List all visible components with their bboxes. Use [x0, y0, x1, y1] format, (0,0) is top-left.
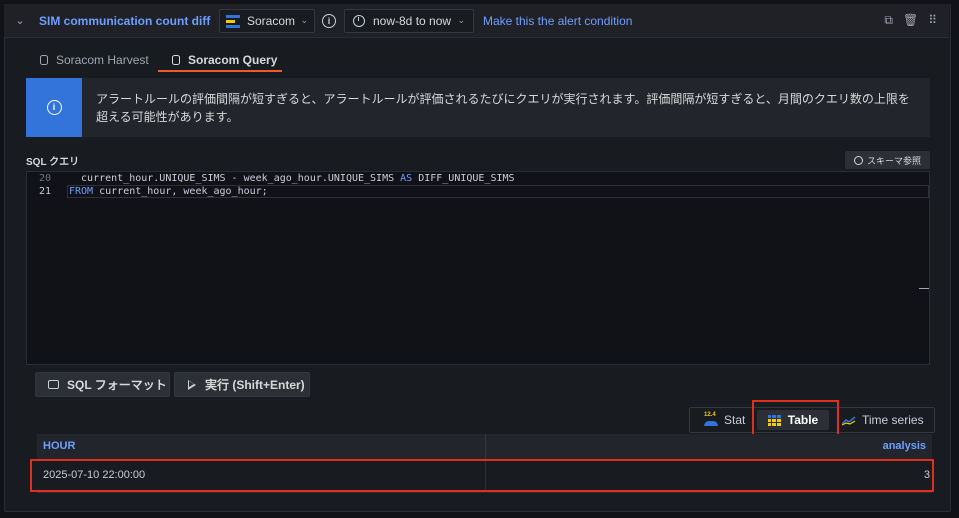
tab-soracom-harvest[interactable]: Soracom Harvest	[40, 47, 149, 73]
table-icon	[767, 414, 781, 426]
run-button-label: 実行 (Shift+Enter)	[205, 378, 305, 392]
info-alert: i アラートルールの評価間隔が短すぎると、アラートルールが評価されるたびにクエリ…	[26, 78, 930, 137]
viz-option-label: Stat	[724, 413, 746, 427]
trash-icon[interactable]: 🗑︎	[903, 13, 918, 28]
database-icon	[172, 55, 180, 65]
drag-handle-icon[interactable]: ⠿	[928, 13, 937, 28]
stat-icon: 12.4	[704, 412, 718, 426]
viz-option-stat[interactable]: 12.4 Stat	[704, 408, 745, 432]
line-number: 20	[38, 173, 51, 184]
chevron-down-icon: ⌄	[300, 15, 308, 25]
query-header: ⌄ SIM communication count diff Soracom ⌄…	[4, 4, 949, 38]
chevron-down-icon: ⌄	[457, 15, 465, 25]
keyboard-icon	[48, 380, 59, 389]
sql-query-label: SQL クエリ	[26, 157, 80, 168]
format-button-label: SQL フォーマット	[67, 378, 167, 392]
table-cell-analysis: 3	[923, 469, 930, 481]
table-row: 2025-07-10 22:00:00 3	[37, 459, 932, 493]
datasource-name: Soracom	[247, 13, 296, 28]
viz-option-table[interactable]: Table	[757, 410, 829, 430]
visualization-toggle: 12.4 Stat Table Time series	[689, 407, 935, 433]
result-table: HOUR analysis 2025-07-10 22:00:00 3	[37, 434, 932, 493]
clock-icon	[353, 14, 365, 27]
column-header-analysis[interactable]: analysis	[486, 434, 932, 459]
info-icon: i	[46, 100, 62, 115]
table-header: HOUR analysis	[37, 434, 932, 459]
sql-code-editor[interactable]: 20 current_hour.UNIQUE_SIMS - week_ago_h…	[26, 171, 930, 365]
viz-option-label: Time series	[862, 413, 924, 427]
tab-label: Soracom Harvest	[56, 53, 149, 67]
tab-label: Soracom Query	[188, 53, 278, 67]
time-series-icon	[841, 415, 856, 426]
line-number: 21	[38, 186, 51, 197]
query-name[interactable]: SIM communication count diff	[39, 14, 215, 28]
sql-format-button[interactable]: SQL フォーマット	[35, 372, 170, 397]
active-tab-indicator	[158, 70, 282, 72]
soracom-logo-icon	[226, 14, 240, 28]
query-actions: ⧉ 🗑︎ ⠿	[884, 13, 937, 28]
editor-scrollbar[interactable]	[919, 288, 929, 289]
viz-option-label: Table	[787, 413, 819, 427]
play-icon	[188, 379, 196, 390]
column-header-hour[interactable]: HOUR	[37, 434, 486, 459]
run-query-button[interactable]: 実行 (Shift+Enter)	[174, 372, 310, 397]
table-cell-hour: 2025-07-10 22:00:00	[37, 459, 486, 492]
schema-browse-button[interactable]: スキーマ参照	[845, 151, 930, 169]
time-range-picker[interactable]: now-8d to now ⌄	[344, 8, 474, 33]
duplicate-icon[interactable]: ⧉	[884, 13, 893, 28]
collapse-chevron-icon[interactable]: ⌄	[14, 14, 26, 27]
code-line: 20 current_hour.UNIQUE_SIMS - week_ago_h…	[27, 172, 515, 185]
code-text: current_hour.UNIQUE_SIMS - week_ago_hour…	[69, 173, 515, 184]
code-line: 21 FROM current_hour, week_ago_hour;	[27, 185, 268, 198]
alert-condition-link[interactable]: Make this the alert condition	[483, 14, 632, 28]
info-icon[interactable]: i	[322, 13, 336, 28]
schema-button-label: スキーマ参照	[866, 155, 921, 166]
alert-icon-box: i	[26, 78, 82, 137]
alert-message: アラートルールの評価間隔が短すぎると、アラートルールが評価されるたびにクエリが実…	[96, 92, 910, 124]
database-icon	[40, 55, 48, 65]
help-circle-icon	[853, 155, 863, 165]
code-text: FROM current_hour, week_ago_hour;	[69, 186, 268, 197]
viz-option-time-series[interactable]: Time series	[841, 408, 924, 432]
time-range-value: now-8d to now	[373, 13, 452, 28]
datasource-picker[interactable]: Soracom ⌄	[219, 8, 315, 33]
